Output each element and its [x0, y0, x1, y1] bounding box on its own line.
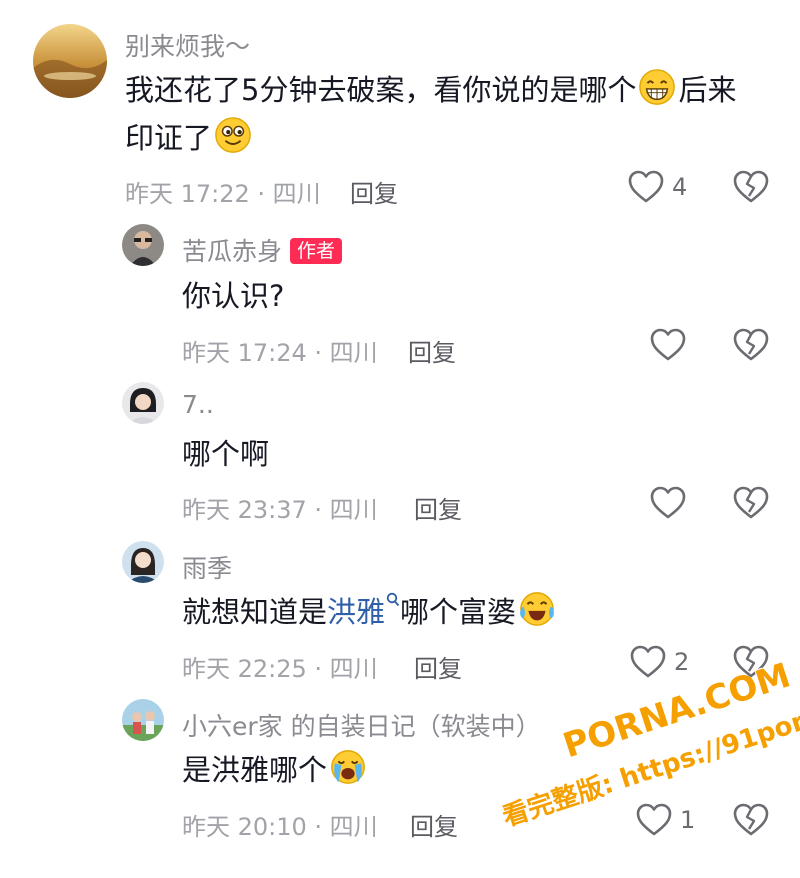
comment-text: 我还花了5分钟去破案，看你说的是哪个 后来 — [125, 66, 736, 114]
tears-of-joy-emoji-icon — [518, 590, 556, 628]
comment-text: 哪个啊 — [182, 437, 270, 471]
avatar-image — [122, 382, 164, 424]
comment-text-part: 我还花了5分钟去破案，看你说的是哪个 — [125, 73, 637, 107]
reply-button[interactable]: 回复 — [410, 807, 458, 842]
crying-emoji-icon — [329, 748, 367, 786]
search-link[interactable]: 洪雅 — [327, 592, 400, 629]
dislike-button[interactable] — [733, 170, 769, 204]
heart-outline-icon — [650, 486, 686, 519]
comment-meta: 昨天 23:37 · 四川 — [182, 496, 378, 524]
comment-text-part: 印证了 — [125, 121, 213, 155]
like-button[interactable]: 4 — [628, 170, 687, 204]
comment-text-line2: 印证了 — [125, 114, 254, 162]
username[interactable]: 7.. — [182, 390, 214, 419]
avatar-image — [122, 224, 164, 266]
heart-outline-icon — [628, 170, 664, 203]
avatar[interactable] — [33, 24, 107, 98]
reply-button[interactable]: 回复 — [350, 174, 398, 209]
broken-heart-icon — [733, 803, 769, 836]
comment-meta: 昨天 20:10 · 四川 — [182, 813, 378, 841]
comment-meta: 昨天 17:24 · 四川 — [182, 339, 378, 367]
username-text: 苦瓜赤身 — [182, 237, 283, 266]
dislike-button[interactable] — [733, 328, 769, 362]
avatar[interactable] — [122, 382, 164, 424]
comment-text-part: 就想知道是 — [182, 595, 328, 629]
reply-button[interactable]: 回复 — [414, 649, 462, 684]
smile-emoji-icon — [214, 116, 252, 154]
username[interactable]: 雨季 — [182, 549, 232, 585]
dislike-button[interactable] — [733, 486, 769, 520]
like-count: 1 — [680, 806, 696, 834]
comment-text: 是洪雅哪个 — [182, 746, 369, 794]
comment-text: 你认识? — [182, 279, 285, 313]
avatar-image — [122, 541, 164, 583]
author-badge: 作者 — [290, 238, 343, 264]
avatar-image — [33, 24, 107, 98]
username[interactable]: 苦瓜赤身 作者 — [182, 232, 343, 268]
comment-meta: 昨天 22:25 · 四川 — [182, 655, 378, 683]
search-link-text: 洪雅 — [327, 595, 386, 629]
like-count: 4 — [672, 173, 688, 201]
broken-heart-icon — [733, 486, 769, 519]
comment-meta: 昨天 17:22 · 四川 — [125, 180, 321, 208]
avatar-image — [122, 699, 164, 741]
avatar[interactable] — [122, 224, 164, 266]
comment-text-part: 是洪雅哪个 — [182, 753, 328, 787]
dislike-button[interactable] — [733, 803, 769, 837]
broken-heart-icon — [733, 170, 769, 203]
heart-outline-icon — [650, 328, 686, 361]
search-icon — [386, 592, 400, 607]
like-button[interactable] — [650, 486, 686, 520]
avatar[interactable] — [122, 699, 164, 741]
comment-text: 就想知道是洪雅 哪个富婆 — [182, 588, 558, 636]
avatar[interactable] — [122, 541, 164, 583]
broken-heart-icon — [733, 328, 769, 361]
like-button[interactable] — [650, 328, 686, 362]
reply-button[interactable]: 回复 — [414, 490, 462, 525]
comment-text-part: 哪个富婆 — [400, 595, 517, 629]
comment-text-part: 后来 — [678, 73, 737, 107]
username[interactable]: 别来烦我～ — [125, 27, 250, 63]
grin-emoji-icon — [638, 68, 676, 106]
reply-button[interactable]: 回复 — [408, 333, 456, 368]
